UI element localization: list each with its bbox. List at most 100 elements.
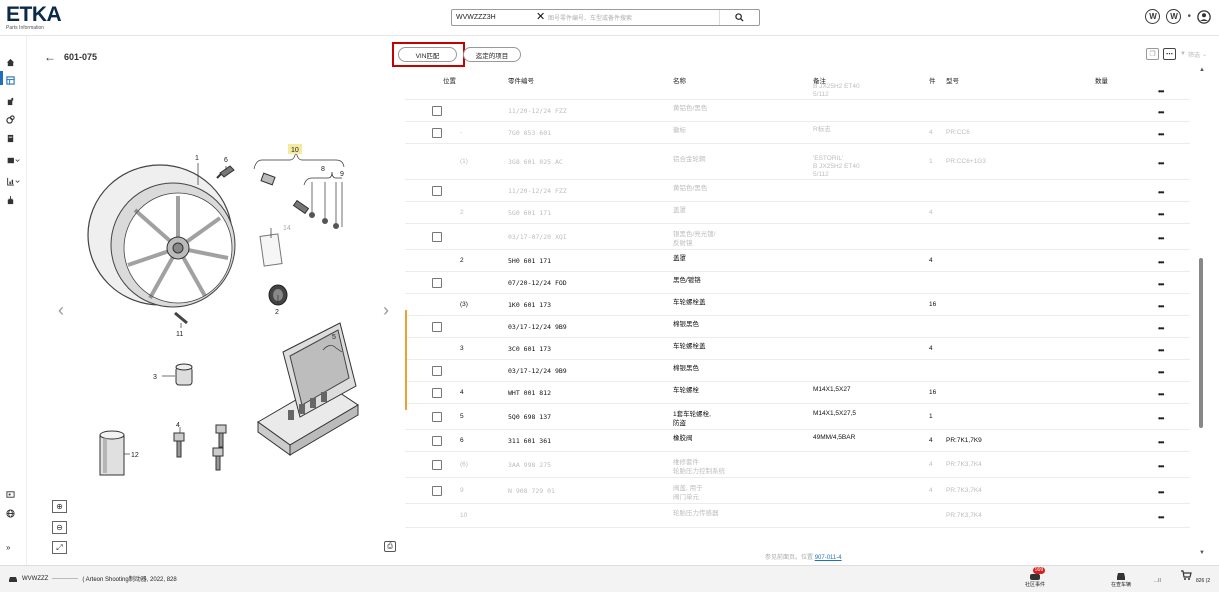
row-checkbox[interactable] [432, 485, 442, 496]
callout-8[interactable]: 8 [321, 166, 325, 173]
table-row[interactable]: 9 N 908 729 01 阀盖, 用于 阀门单元 4 PR:7K3,7K4 ••• [405, 478, 1190, 504]
row-more-icon[interactable]: ••• [1158, 414, 1164, 423]
scroll-up-icon[interactable]: ▲ [1199, 67, 1205, 73]
table-row[interactable]: 03/17-12/24 9B9 棉银黑色 ••• [405, 316, 1190, 338]
table-row[interactable]: (6) 3AA 998 275 维修套件 轮胎压力控制系统 4 PR:7K3,7K4 ••… [405, 452, 1190, 478]
callout-1[interactable]: 1 [195, 155, 199, 162]
row-more-icon[interactable]: ••• [1158, 234, 1164, 243]
row-part-number[interactable]: 07/20-12/24 FOD [508, 279, 567, 287]
row-more-icon[interactable]: ••• [1158, 324, 1164, 333]
row-more-icon[interactable]: ••• [1158, 302, 1164, 311]
table-row[interactable]: 4 WHT 001 812 车轮螺栓 M14X1,5X27 16 ••• [405, 382, 1190, 404]
callout-14[interactable]: 14 [283, 225, 291, 232]
service-plan-icon[interactable] [6, 154, 22, 166]
scrollbar-thumb[interactable] [1199, 258, 1203, 428]
statistics-icon[interactable] [6, 175, 22, 187]
row-part-number[interactable]: 5H0 601 171 [508, 257, 551, 265]
table-row[interactable]: 03/17-07/20 XQI 银黑色/亮光镀/ 反射镜 ••• [405, 224, 1190, 250]
social-events-button[interactable]: 999 社区事件 [1010, 567, 1060, 590]
row-more-icon[interactable]: ••• [1158, 368, 1164, 377]
table-row[interactable]: 11/20-12/24 FZZ 黄铝色/黑色 ••• [405, 180, 1190, 202]
scroll-down-icon[interactable]: ▼ [1199, 550, 1205, 556]
zoom-out-icon[interactable]: ⊖ [52, 521, 67, 534]
lubricant-icon[interactable] [6, 95, 22, 107]
row-part-number[interactable]: 3C0 601 173 [508, 345, 551, 353]
row-part-number[interactable]: WHT 001 812 [508, 389, 551, 397]
row-more-icon[interactable]: ••• [1158, 188, 1164, 197]
see-page-link[interactable]: 907-011-4 [815, 555, 842, 561]
row-more-icon[interactable]: ••• [1158, 488, 1164, 497]
row-more-icon[interactable]: ••• [1158, 210, 1164, 219]
service-icon[interactable] [6, 113, 22, 125]
row-part-number[interactable]: N 908 729 01 [508, 487, 555, 495]
row-more-icon[interactable]: ••• [1158, 438, 1164, 447]
row-part-number[interactable]: 5Q0 698 137 [508, 413, 551, 421]
row-checkbox[interactable] [432, 185, 442, 196]
vw-commercial-brand-icon[interactable]: W [1166, 9, 1182, 24]
row-part-number[interactable]: 3AA 998 275 [508, 461, 551, 469]
row-part-number[interactable]: 11/20-12/24 FZZ [508, 107, 567, 115]
callout-2[interactable]: 2 [275, 309, 279, 316]
row-checkbox[interactable] [432, 105, 442, 116]
table-row[interactable]: 03/17-12/24 9B9 棉银黑色 ••• [405, 360, 1190, 382]
table-row[interactable]: 5 5Q0 698 137 1套车轮螺栓, 防盗 M14X1,5X27,5 1 ••• [405, 404, 1190, 430]
zoom-fit-icon[interactable]: ⤢ [52, 541, 67, 554]
row-more-icon[interactable]: ••• [1158, 280, 1164, 289]
row-part-number[interactable]: 7G0 853 601 [508, 129, 551, 137]
previous-illustration-icon[interactable]: ‹ [58, 300, 64, 321]
row-checkbox[interactable] [432, 387, 442, 398]
search-input[interactable]: 图号零件编号、车型或备件搜索 [548, 13, 719, 22]
expand-icon[interactable]: » [6, 541, 22, 553]
row-checkbox[interactable] [432, 277, 442, 288]
row-more-icon[interactable]: ••• [1158, 130, 1164, 139]
more-options-icon[interactable]: ⋯ [1163, 48, 1176, 60]
filter-dropdown[interactable]: ▼ 筛选 ⌄ [1180, 50, 1207, 59]
row-more-icon[interactable]: ••• [1158, 159, 1164, 168]
search-vin-value[interactable]: WVWZZZ3H [452, 14, 536, 21]
row-more-icon[interactable]: ••• [1158, 462, 1164, 471]
row-part-number[interactable]: 3G8 601 025 AC [508, 158, 563, 166]
next-illustration-icon[interactable]: › [383, 300, 389, 321]
table-row[interactable]: 2 5G0 601 171 盖罩 4 ••• [405, 202, 1190, 224]
callout-12[interactable]: 12 [131, 452, 139, 459]
table-row[interactable]: 3 3C0 601 173 车轮螺栓盖 4 ••• [405, 338, 1190, 360]
user-icon[interactable] [1197, 9, 1211, 24]
row-more-icon[interactable]: ••• [1158, 390, 1164, 399]
vehicle-info[interactable]: WVWZZZ ( Arteon Shooting制动器, 2022, 828 [8, 574, 177, 583]
etka-logo[interactable]: ETKA Parts Information [6, 4, 64, 31]
row-part-number[interactable]: 311 601 361 [508, 437, 551, 445]
home-icon[interactable] [6, 56, 22, 68]
callout-5[interactable]: 5 [332, 334, 336, 341]
search-bar[interactable]: WVWZZZ3H ✕ 图号零件编号、车型或备件搜索 [451, 9, 760, 26]
row-checkbox[interactable] [432, 435, 442, 446]
row-checkbox[interactable] [432, 365, 442, 376]
row-part-number[interactable]: 5G0 601 171 [508, 209, 551, 217]
table-row[interactable]: (3) 1K0 601 173 车轮螺栓盖 16 ••• [405, 294, 1190, 316]
exploded-diagram[interactable]: 1 6 10 8 9 14 2 11 5 3 4 12 [40, 130, 385, 490]
row-part-number[interactable]: 11/20-12/24 FZZ [508, 187, 567, 195]
callout-11[interactable]: 11 [176, 331, 183, 338]
callout-3[interactable]: 3 [153, 374, 157, 381]
callout-6[interactable]: 6 [224, 157, 228, 164]
copy-icon[interactable]: ❐ [1146, 48, 1159, 60]
import-icon[interactable] [6, 194, 22, 206]
row-checkbox[interactable] [432, 231, 442, 242]
table-row[interactable]: 2 5H0 601 171 盖罩 4 ••• [405, 250, 1190, 272]
history-icon[interactable] [6, 488, 22, 500]
table-row[interactable]: - 7G0 853 601 徽标 R标志 4 PR:CC6 ••• [405, 122, 1190, 144]
row-part-number[interactable]: 03/17-12/24 9B9 [508, 323, 567, 331]
row-more-icon[interactable]: ••• [1158, 346, 1164, 355]
print-icon[interactable]: ⎙ [384, 541, 396, 552]
row-more-icon[interactable]: ••• [1158, 87, 1164, 96]
row-part-number[interactable]: 03/17-12/24 9B9 [508, 367, 567, 375]
callout-9[interactable]: 9 [340, 171, 344, 178]
document-icon[interactable] [6, 132, 22, 144]
table-row[interactable]: 6 311 601 361 橡胶阀 49MM/4,5BAR 4 PR:7K1,7K9 ••• [405, 430, 1190, 452]
table-row[interactable]: (1) 3G8 601 025 AC 铝合金轮辋 'ESTORIL' B JX25H2… [405, 144, 1190, 180]
callout-10[interactable]: 10 [291, 147, 299, 154]
row-more-icon[interactable]: ••• [1158, 258, 1164, 267]
row-more-icon[interactable]: ••• [1158, 108, 1164, 117]
search-button[interactable] [719, 10, 759, 25]
back-arrow-icon[interactable]: ← [44, 50, 56, 64]
row-more-icon[interactable]: ••• [1158, 513, 1164, 522]
